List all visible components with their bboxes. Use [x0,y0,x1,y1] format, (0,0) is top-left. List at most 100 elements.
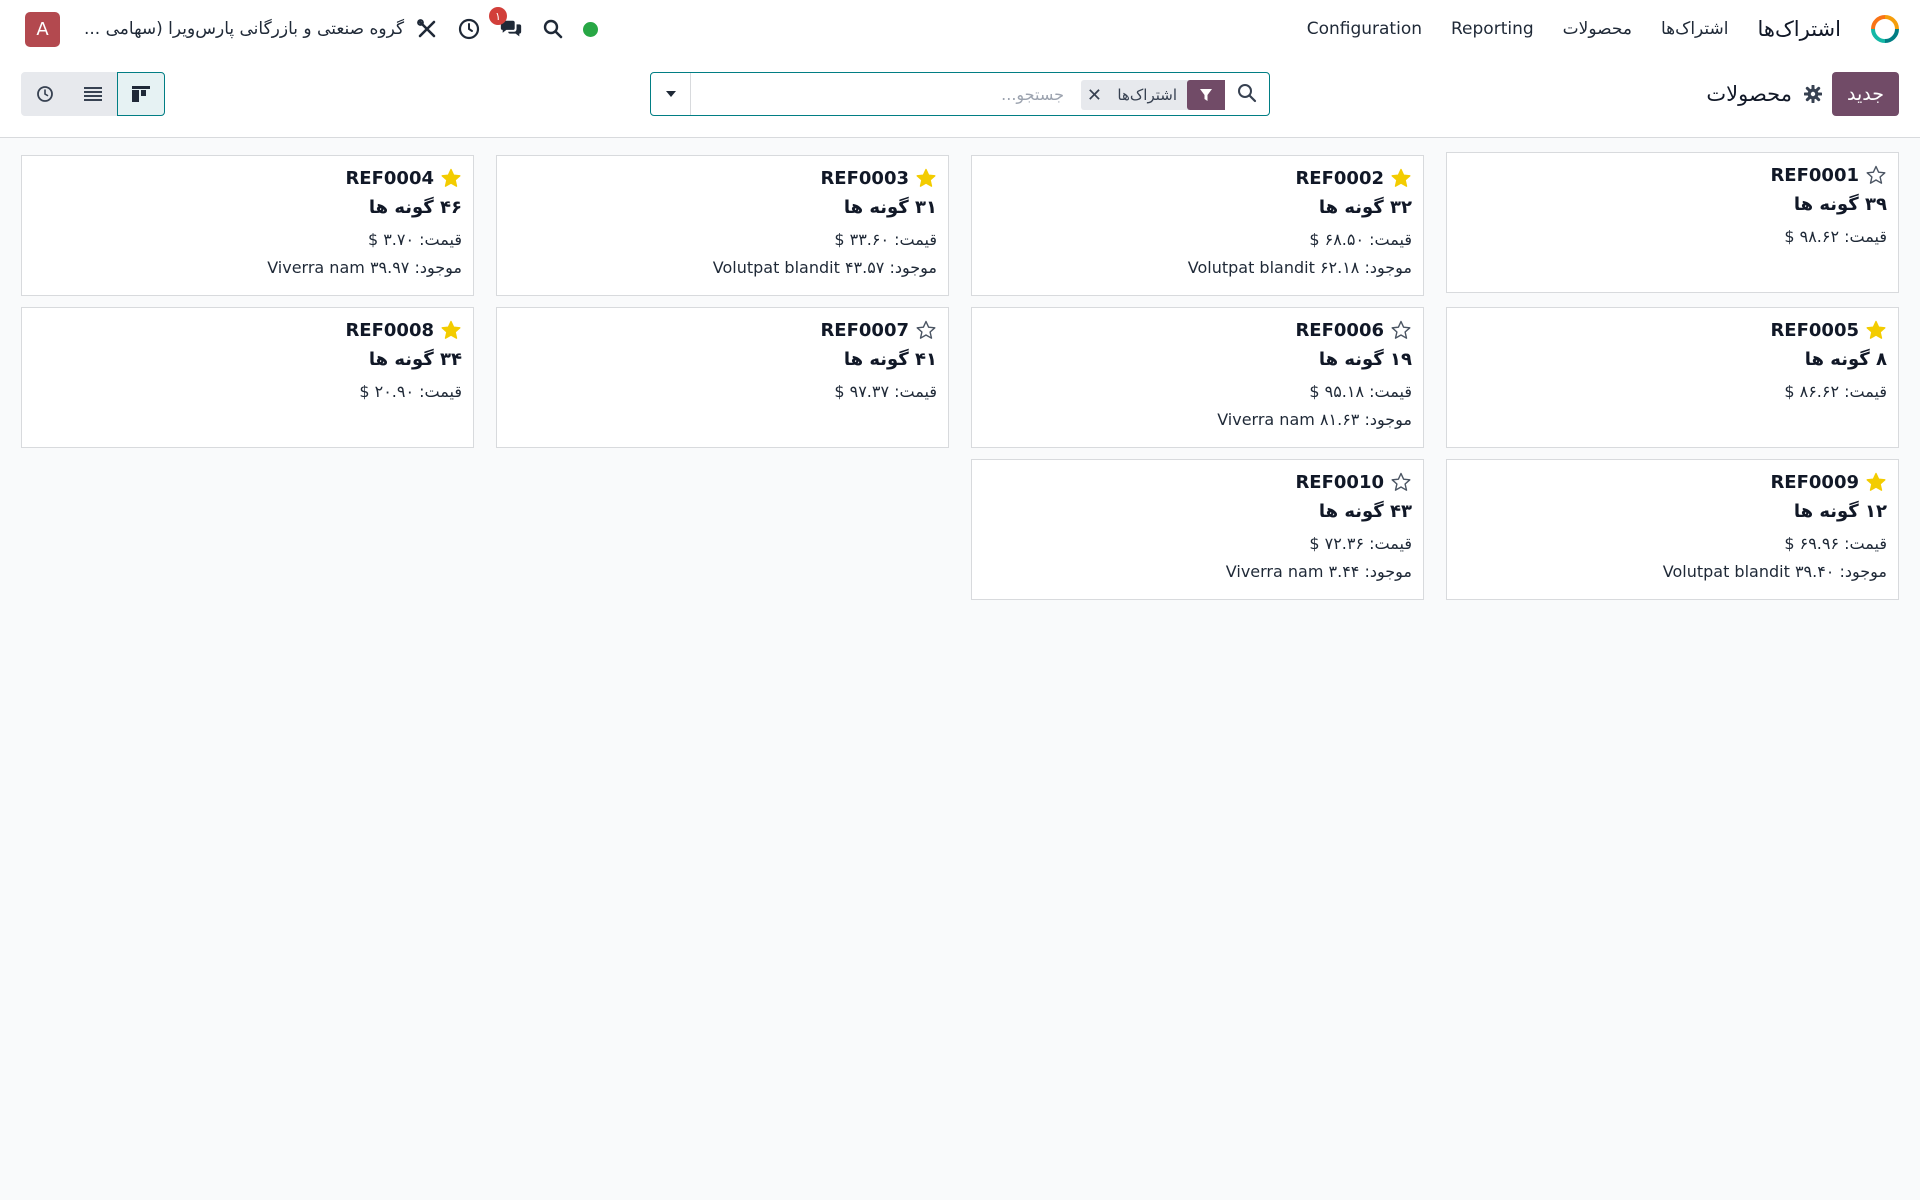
product-price: قیمت: ۶۸.۵۰ $ [1309,230,1412,249]
card-header: REF0007 [508,316,937,344]
card-header: REF0008 [33,316,462,344]
search-facet: اشتراک‌ها ✕ [1081,80,1225,110]
breadcrumb: محصولات [1706,72,1823,116]
star-icon[interactable] [440,319,462,341]
star-icon[interactable] [915,167,937,189]
card-header: REF0005 [1458,316,1887,344]
page-title: محصولات [1706,82,1792,106]
star-icon[interactable] [440,167,462,189]
product-card[interactable]: REF0005 ۸ گونه ها قیمت: ۸۶.۶۲ $ [1446,307,1899,448]
product-stock: موجود: ۳۹.۴۰ Volutpat blandit [1662,562,1887,581]
product-stock: موجود: ۸۱.۶۳ Viverra nam [1217,410,1412,429]
view-switcher [21,72,165,116]
product-price: قیمت: ۸۶.۶۲ $ [1784,382,1887,401]
product-stock: موجود: ۳۹.۹۷ Viverra nam [267,258,462,277]
app-logo-icon[interactable] [1870,14,1900,44]
product-ref: REF0009 [1770,471,1859,493]
facet-label: اشتراک‌ها [1117,86,1177,104]
new-button[interactable]: جدید [1832,72,1899,116]
chat-icon[interactable]: ۱ [489,7,523,41]
product-price: قیمت: ۷۲.۳۶ $ [1309,534,1412,553]
product-card[interactable]: REF0003 ۳۱ گونه ها قیمت: ۳۳.۶۰ $ موجود: … [496,155,949,296]
product-ref: REF0005 [1770,319,1859,341]
card-header: REF0003 [508,164,937,192]
product-card[interactable]: REF0002 ۳۲ گونه ها قیمت: ۶۸.۵۰ $ موجود: … [971,155,1424,296]
card-header: REF0009 [1458,468,1887,496]
product-ref: REF0010 [1295,471,1384,493]
kanban-view-button[interactable] [117,72,165,116]
product-price: قیمت: ۹۵.۱۸ $ [1309,382,1412,401]
clock-icon [37,86,53,102]
product-variants: ۴۶ گونه ها [368,197,462,218]
product-variants: ۴۱ گونه ها [843,349,937,370]
close-icon[interactable]: ✕ [1081,80,1107,110]
kanban-icon [132,86,150,102]
menu-item-configuration[interactable]: Configuration [1307,19,1422,39]
product-ref: REF0002 [1295,167,1384,189]
product-variants: ۴۳ گونه ها [1318,501,1412,522]
company-switcher[interactable]: گروه صنعتی و بازرگانی پارس‌ویرا (سهامی .… [84,19,404,39]
product-ref: REF0003 [820,167,909,189]
avatar[interactable]: A [25,11,60,47]
star-icon[interactable] [915,319,937,341]
product-card[interactable]: REF0007 ۴۱ گونه ها قیمت: ۹۷.۳۷ $ [496,307,949,448]
product-ref: REF0001 [1770,164,1859,186]
card-header: REF0004 [33,164,462,192]
star-icon[interactable] [1390,319,1412,341]
product-card[interactable]: REF0009 ۱۲ گونه ها قیمت: ۶۹.۹۶ $ موجود: … [1446,459,1899,600]
product-price: قیمت: ۹۸.۶۲ $ [1784,227,1887,246]
search-icon[interactable] [541,17,565,41]
control-panel: جدید محصولات اشتراک‌ها ✕ [0,58,1920,138]
product-card[interactable]: REF0006 ۱۹ گونه ها قیمت: ۹۵.۱۸ $ موجود: … [971,307,1424,448]
product-card[interactable]: REF0004 ۴۶ گونه ها قیمت: ۳.۷۰ $ موجود: ۳… [21,155,474,296]
menu-item-subscriptions[interactable]: اشتراک‌ها [1661,19,1729,39]
product-ref: REF0006 [1295,319,1384,341]
list-icon [84,87,102,101]
product-price: قیمت: ۲۰.۹۰ $ [359,382,462,401]
product-variants: ۳۴ گونه ها [368,349,462,370]
star-icon[interactable] [1390,167,1412,189]
card-header: REF0001 [1458,161,1887,189]
product-variants: ۳۹ گونه ها [1793,194,1887,215]
product-variants: ۳۱ گونه ها [843,197,937,218]
card-header: REF0006 [983,316,1412,344]
menu-item-reporting[interactable]: Reporting [1451,19,1534,39]
product-card[interactable]: REF0001 ۳۹ گونه ها قیمت: ۹۸.۶۲ $ [1446,152,1899,293]
product-card[interactable]: REF0008 ۳۴ گونه ها قیمت: ۲۰.۹۰ $ [21,307,474,448]
product-variants: ۱۹ گونه ها [1318,349,1412,370]
product-ref: REF0008 [345,319,434,341]
menu-item-products[interactable]: محصولات [1563,19,1632,39]
search-options-toggle[interactable] [651,73,691,115]
product-card[interactable]: REF0010 ۴۳ گونه ها قیمت: ۷۲.۳۶ $ موجود: … [971,459,1424,600]
systray: ۱ [415,7,598,44]
clock-icon[interactable] [457,17,481,41]
product-ref: REF0007 [820,319,909,341]
product-price: قیمت: ۶۹.۹۶ $ [1784,534,1887,553]
product-variants: ۸ گونه ها [1804,349,1887,370]
tools-icon[interactable] [415,17,439,41]
search-input[interactable] [694,73,1064,115]
app-name[interactable]: اشتراک‌ها [1758,17,1841,41]
filter-icon [1187,80,1225,110]
product-stock: موجود: ۳.۴۴ Viverra nam [1225,562,1412,581]
star-icon[interactable] [1865,471,1887,493]
product-stock: موجود: ۴۳.۵۷ Volutpat blandit [712,258,937,277]
star-icon[interactable] [1865,164,1887,186]
chat-badge: ۱ [489,7,507,25]
card-header: REF0002 [983,164,1412,192]
list-view-button[interactable] [69,72,117,116]
online-status-indicator [583,21,598,37]
product-price: قیمت: ۳۳.۶۰ $ [834,230,937,249]
product-price: قیمت: ۹۷.۳۷ $ [834,382,937,401]
activity-view-button[interactable] [21,72,69,116]
star-icon[interactable] [1390,471,1412,493]
caret-down-icon [665,91,676,97]
gear-icon[interactable] [1803,84,1823,104]
star-icon[interactable] [1865,319,1887,341]
product-price: قیمت: ۳.۷۰ $ [367,230,462,249]
product-stock: موجود: ۶۲.۱۸ Volutpat blandit [1187,258,1412,277]
top-navbar: اشتراک‌ها اشتراک‌ها محصولات Reporting Co… [0,0,1920,58]
product-variants: ۱۲ گونه ها [1793,501,1887,522]
card-header: REF0010 [983,468,1412,496]
search-submit-icon[interactable] [1237,83,1259,105]
